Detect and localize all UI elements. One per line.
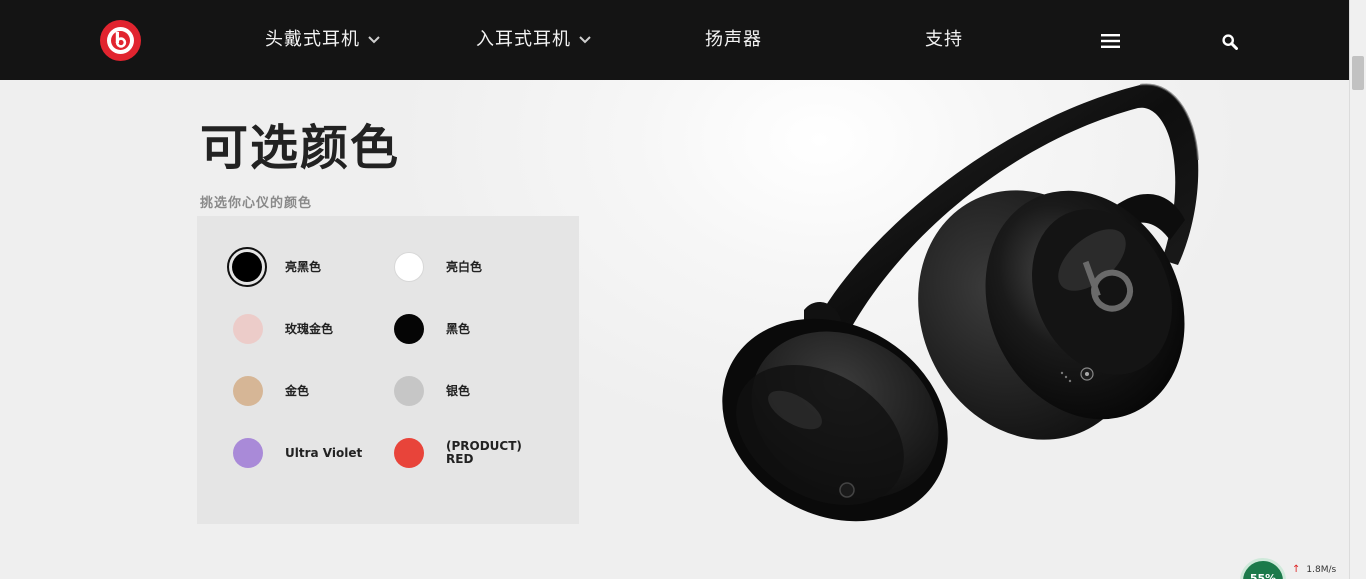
swatch-wrap [228,433,268,473]
network-speed-widget[interactable]: 55% ↑ 1.8M/s [1240,558,1366,579]
color-label: (PRODUCT) RED [446,439,522,466]
color-option-ultra-violet[interactable]: Ultra Violet [228,433,362,473]
selected-ring [227,247,267,287]
page-scrollbar[interactable] [1349,0,1366,579]
color-swatch [394,438,424,468]
nav-item-label: 入耳式耳机 [476,29,571,50]
color-option-gold[interactable]: 金色 [228,371,309,411]
net-speed-readout: ↑ 1.8M/s [1292,564,1336,575]
hamburger-menu-icon[interactable] [1101,34,1120,48]
color-label: 亮黑色 [285,259,322,274]
chevron-down-icon [368,36,380,44]
chevron-down-icon [579,36,591,44]
swatch-wrap [228,309,268,349]
top-navigation-bar: 头戴式耳机 入耳式耳机 扬声器 支持 [0,0,1349,80]
color-label: 黑色 [446,321,471,336]
page-title: 可选颜色 [200,120,401,176]
nav-item-label: 支持 [925,29,963,50]
nav-item-in-ear-headphones[interactable]: 入耳式耳机 [476,0,591,80]
color-options-panel: 亮黑色 亮白色 玫瑰金色 黑色 金色 银色 Ultra Violet (PROD… [197,216,579,524]
color-swatch [233,438,263,468]
nav-item-over-ear-headphones[interactable]: 头戴式耳机 [265,0,380,80]
nav-item-label: 头戴式耳机 [265,29,360,50]
color-swatch [394,252,424,282]
color-label: 玫瑰金色 [285,321,334,336]
color-swatch [233,314,263,344]
scrollbar-thumb[interactable] [1352,56,1364,90]
net-speed-value: 1.8M/s [1306,565,1337,575]
color-option-product-red[interactable]: (PRODUCT) RED [389,433,526,473]
beats-logo-icon[interactable] [100,20,141,61]
color-swatch [394,376,424,406]
color-option-silver[interactable]: 银色 [389,371,470,411]
swatch-wrap [389,309,429,349]
upload-arrow-icon: ↑ [1292,564,1301,575]
nav-item-speakers[interactable]: 扬声器 [705,0,762,80]
nav-item-label: 扬声器 [705,29,762,50]
headphones-product-image [722,83,1199,522]
swatch-wrap [389,433,429,473]
section-subtitle: 挑选你心仪的颜色 [200,196,313,211]
color-option-rose-gold[interactable]: 玫瑰金色 [228,309,333,349]
swatch-wrap [389,247,429,287]
color-option-gloss-black[interactable]: 亮黑色 [227,247,321,287]
nav-item-support[interactable]: 支持 [925,0,963,80]
color-swatch [232,252,262,282]
swatch-wrap [389,371,429,411]
color-option-black[interactable]: 黑色 [389,309,470,349]
net-percent-badge: 55% [1240,558,1286,579]
color-label: 金色 [285,383,310,398]
color-label: 银色 [446,383,471,398]
color-option-gloss-white[interactable]: 亮白色 [389,247,482,287]
color-label: 亮白色 [446,259,483,274]
search-icon[interactable] [1222,34,1238,50]
color-swatch [394,314,424,344]
swatch-wrap [228,371,268,411]
color-label: Ultra Violet [285,445,363,460]
color-swatch [233,376,263,406]
